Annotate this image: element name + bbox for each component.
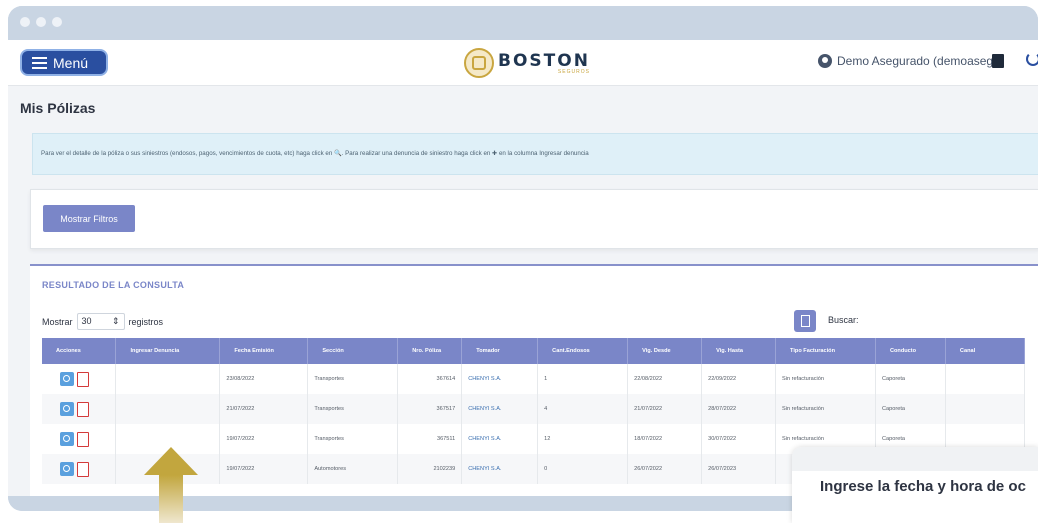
- view-detail-icon[interactable]: [60, 431, 74, 446]
- screenshot-frame: Menú BOSTON SEGUROS Demo Asegurado (demo…: [0, 0, 1038, 523]
- hamburger-icon: [32, 56, 47, 69]
- vig-hasta-cell: 28/07/2022: [701, 394, 777, 424]
- logo-subtitle: SEGUROS: [557, 69, 590, 75]
- table-row: 23/08/2022 Transportes 367614 CHENYI S.A…: [42, 364, 1026, 394]
- top-navbar: Menú BOSTON SEGUROS Demo Asegurado (demo…: [8, 40, 1038, 86]
- tipo-cell: Sin refacturación: [775, 394, 876, 424]
- window-close-dot[interactable]: [20, 17, 30, 27]
- col-conducto[interactable]: Conducto: [875, 338, 946, 364]
- search-label: Buscar:: [828, 315, 859, 325]
- vig-hasta-cell: 30/07/2022: [701, 424, 777, 454]
- vig-hasta-cell: 22/09/2022: [701, 364, 777, 394]
- window-maximize-dot[interactable]: [52, 17, 62, 27]
- col-fecha-emision[interactable]: Fecha Emisión: [219, 338, 309, 364]
- vig-desde-cell: 22/08/2022: [627, 364, 703, 394]
- seccion-cell: Transportes: [307, 364, 399, 394]
- results-title: RESULTADO DE LA CONSULTA: [42, 280, 185, 290]
- app-content: Menú BOSTON SEGUROS Demo Asegurado (demo…: [8, 40, 1038, 496]
- col-ingresar-denuncia[interactable]: Ingresar Denuncia: [115, 338, 221, 364]
- seccion-cell: Transportes: [307, 394, 399, 424]
- conducto-cell: Caporeta: [875, 394, 946, 424]
- poliza-cell: 367517: [397, 394, 463, 424]
- col-tipo-facturacion[interactable]: Tipo Facturación: [775, 338, 876, 364]
- endosos-cell: 0: [537, 454, 629, 484]
- col-seccion[interactable]: Sección: [307, 338, 399, 364]
- tomador-link[interactable]: CHENYI S.A.: [461, 364, 539, 394]
- modal-header: [792, 447, 1038, 471]
- records-label: registros: [128, 316, 164, 327]
- boston-logo[interactable]: BOSTON SEGUROS: [464, 44, 590, 82]
- vig-desde-cell: 18/07/2022: [627, 424, 703, 454]
- seccion-cell: Transportes: [307, 424, 399, 454]
- page-length-select[interactable]: 30 ⇕: [76, 313, 125, 330]
- poliza-cell: 367614: [397, 364, 463, 394]
- tomador-link[interactable]: CHENYI S.A.: [461, 454, 539, 484]
- col-canal[interactable]: Canal: [945, 338, 1026, 364]
- view-detail-icon[interactable]: [60, 371, 74, 386]
- pdf-icon[interactable]: [77, 461, 89, 477]
- poliza-cell: 2102239: [397, 454, 463, 484]
- user-icon: [818, 54, 832, 68]
- vig-hasta-cell: 26/07/2023: [701, 454, 777, 484]
- pdf-icon[interactable]: [77, 431, 89, 447]
- view-detail-icon[interactable]: [60, 461, 74, 476]
- window-titlebar: [8, 6, 1038, 40]
- pdf-icon[interactable]: [77, 371, 89, 387]
- endosos-cell: 12: [537, 424, 629, 454]
- logo-wordmark: BOSTON: [498, 51, 590, 71]
- canal-cell: [945, 394, 1026, 424]
- menu-label: Menú: [53, 54, 89, 71]
- col-tomador[interactable]: Tomador: [461, 338, 539, 364]
- filters-panel: Mostrar Filtros: [30, 189, 1038, 249]
- modal-title: Ingrese la fecha y hora de oc: [820, 478, 1026, 495]
- logo-emblem-icon: [464, 48, 494, 78]
- col-acciones[interactable]: Acciones: [42, 338, 117, 364]
- show-filters-button[interactable]: Mostrar Filtros: [43, 205, 135, 232]
- tomador-link[interactable]: CHENYI S.A.: [461, 424, 539, 454]
- conducto-cell: Caporeta: [875, 364, 946, 394]
- endosos-cell: 1: [537, 364, 629, 394]
- window-minimize-dot[interactable]: [36, 17, 46, 27]
- vig-desde-cell: 21/07/2022: [627, 394, 703, 424]
- fecha-cell: 23/08/2022: [219, 364, 309, 394]
- vig-desde-cell: 26/07/2022: [627, 454, 703, 484]
- col-nro-poliza[interactable]: Nro. Póliza: [397, 338, 463, 364]
- select-arrows-icon: ⇕: [111, 316, 120, 326]
- col-vig-desde[interactable]: Vig. Desde: [627, 338, 703, 364]
- user-name: Demo Asegurado (demoaseg): [837, 54, 998, 68]
- denuncia-cell[interactable]: [115, 364, 221, 394]
- endosos-cell: 4: [537, 394, 629, 424]
- view-detail-icon[interactable]: [60, 401, 74, 416]
- fecha-cell: 19/07/2022: [219, 454, 309, 484]
- date-modal: Ingrese la fecha y hora de oc: [792, 447, 1038, 523]
- denuncia-cell[interactable]: [115, 394, 221, 424]
- show-label: Mostrar: [42, 316, 73, 327]
- browser-window: Menú BOSTON SEGUROS Demo Asegurado (demo…: [8, 6, 1038, 511]
- info-banner: Para ver el detalle de la póliza o sus s…: [32, 133, 1038, 175]
- seccion-cell: Automotores: [307, 454, 399, 484]
- info-text: Para ver el detalle de la póliza o sus s…: [41, 150, 589, 157]
- book-icon[interactable]: [992, 54, 1004, 68]
- page-title: Mis Pólizas: [20, 100, 96, 116]
- tomador-link[interactable]: CHENYI S.A.: [461, 394, 539, 424]
- col-cant-endosos[interactable]: Cant.Endosos: [537, 338, 629, 364]
- tipo-cell: Sin refacturación: [775, 364, 876, 394]
- fecha-cell: 21/07/2022: [219, 394, 309, 424]
- user-account[interactable]: Demo Asegurado (demoaseg): [818, 54, 997, 68]
- table-header-row: Acciones Ingresar Denuncia Fecha Emisión…: [42, 338, 1026, 364]
- pdf-icon[interactable]: [77, 401, 89, 417]
- pointer-arrow-icon: [144, 447, 198, 523]
- table-row: 21/07/2022 Transportes 367517 CHENYI S.A…: [42, 394, 1026, 424]
- page-length-control: Mostrar 30 ⇕ registros: [42, 313, 163, 330]
- export-button[interactable]: [794, 310, 816, 332]
- power-icon[interactable]: [1026, 52, 1038, 66]
- fecha-cell: 19/07/2022: [219, 424, 309, 454]
- col-vig-hasta[interactable]: Vig. Hasta: [701, 338, 777, 364]
- canal-cell: [945, 364, 1026, 394]
- poliza-cell: 367511: [397, 424, 463, 454]
- menu-button[interactable]: Menú: [20, 49, 108, 76]
